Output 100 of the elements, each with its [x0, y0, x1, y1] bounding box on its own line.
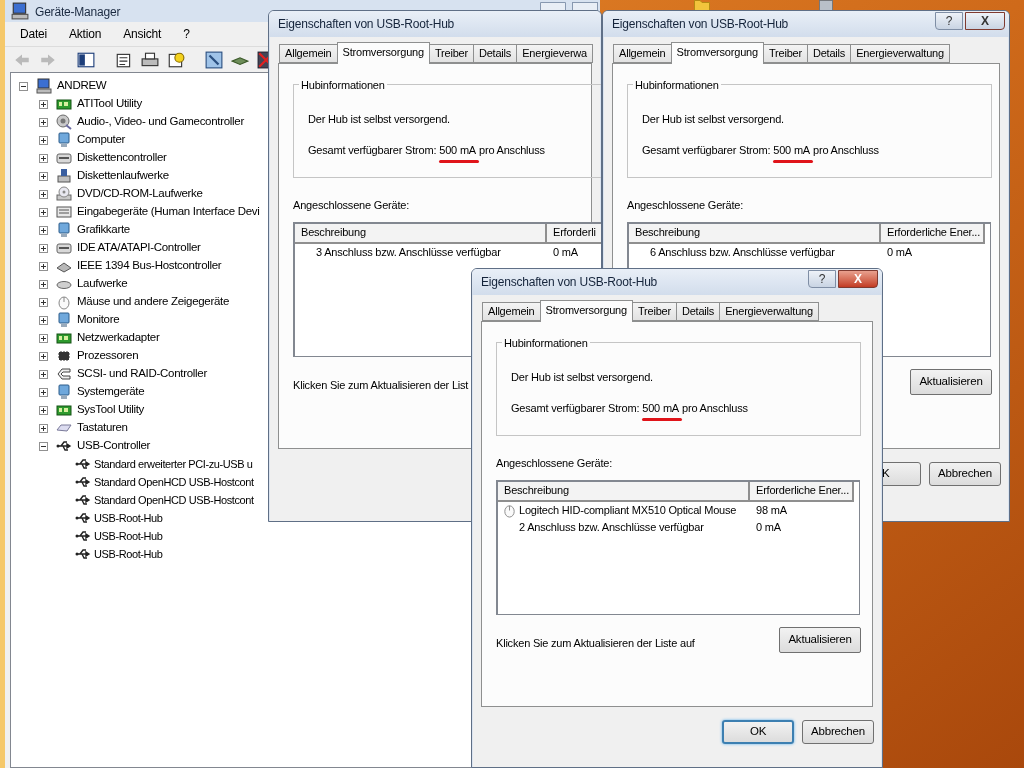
- column-header[interactable]: Erforderliche Ener...: [750, 481, 854, 502]
- dialog-button[interactable]: Abbrechen: [802, 720, 874, 744]
- tab[interactable]: Details: [472, 44, 518, 63]
- expand-toggle[interactable]: [39, 189, 48, 199]
- window-title: Geräte-Manager: [35, 3, 121, 21]
- expand-toggle[interactable]: [19, 81, 28, 91]
- tree-item[interactable]: Netzwerkadapter: [77, 329, 160, 347]
- tree-item[interactable]: SCSI- und RAID-Controller: [77, 365, 207, 383]
- expand-toggle[interactable]: [39, 333, 48, 343]
- expand-toggle[interactable]: [39, 405, 48, 415]
- expand-toggle[interactable]: [39, 351, 48, 361]
- column-header[interactable]: Erforderli: [547, 223, 601, 244]
- printer-icon[interactable]: [141, 50, 159, 69]
- computer-icon: [36, 78, 52, 94]
- tree-item[interactable]: Mäuse und andere Zeigegeräte: [77, 293, 230, 311]
- expand-toggle[interactable]: [39, 117, 48, 127]
- tab[interactable]: Details: [806, 44, 852, 63]
- circuit-board-icon: [56, 402, 72, 418]
- tab[interactable]: Stromversorgung: [539, 300, 633, 322]
- tab[interactable]: Energieverwaltung: [719, 302, 819, 321]
- column-header[interactable]: Erforderliche Ener...: [881, 223, 985, 244]
- tab[interactable]: Allgemein: [613, 44, 672, 63]
- unit-text: pro Anschluss: [682, 400, 748, 416]
- tree-item[interactable]: Grafikkarte: [77, 221, 130, 239]
- expand-toggle[interactable]: [39, 423, 48, 433]
- tree-item[interactable]: USB-Controller: [77, 437, 151, 455]
- tree-item[interactable]: USB-Root-Hub: [94, 545, 163, 563]
- cd-drive-icon: [56, 186, 72, 202]
- tree-item[interactable]: Diskettencontroller: [77, 149, 167, 167]
- tab[interactable]: Allgemein: [279, 44, 338, 63]
- tree-item[interactable]: Computer: [77, 131, 126, 149]
- menu-item[interactable]: ?: [182, 25, 191, 43]
- dialog-title: Eigenschaften von USB-Root-Hub: [278, 16, 455, 33]
- tab[interactable]: Treiber: [631, 302, 677, 321]
- tree-item[interactable]: IEEE 1394 Bus-Hostcontroller: [77, 257, 222, 275]
- tree-item[interactable]: DVD/CD-ROM-Laufwerke: [77, 185, 203, 203]
- tab[interactable]: Treiber: [428, 44, 474, 63]
- help-button[interactable]: ?: [808, 270, 836, 288]
- menu-item[interactable]: Ansicht: [122, 25, 163, 43]
- expand-toggle[interactable]: [39, 153, 48, 163]
- column-header[interactable]: Beschreibung: [295, 223, 547, 244]
- expand-toggle[interactable]: [39, 225, 48, 235]
- expand-toggle[interactable]: [39, 135, 48, 145]
- dialog-button[interactable]: OK: [722, 720, 794, 744]
- close-button[interactable]: X: [965, 12, 1005, 30]
- dialog-button[interactable]: Abbrechen: [929, 462, 1001, 486]
- tab[interactable]: Treiber: [762, 44, 808, 63]
- refresh-button[interactable]: Aktualisieren: [779, 626, 861, 653]
- tree-item[interactable]: Standard OpenHCD USB-Hostcont: [94, 473, 254, 491]
- expand-toggle[interactable]: [39, 369, 48, 379]
- expand-toggle[interactable]: [39, 387, 48, 397]
- expand-toggle[interactable]: [39, 441, 48, 451]
- field-label: Gesamt verfügbarer Strom:: [308, 142, 437, 158]
- connector-icon: [56, 366, 72, 382]
- tree-item[interactable]: Laufwerke: [77, 275, 128, 293]
- tree-item[interactable]: Audio-, Video- und Gamecontroller: [77, 113, 244, 131]
- expand-toggle[interactable]: [39, 99, 48, 109]
- tree-item[interactable]: Eingabegeräte (Human Interface Devi: [77, 203, 260, 221]
- pane-icon[interactable]: [77, 50, 95, 69]
- column-header[interactable]: Beschreibung: [629, 223, 881, 244]
- tree-item[interactable]: Diskettenlaufwerke: [77, 167, 169, 185]
- tab[interactable]: Energieverwa: [516, 44, 594, 63]
- tree-item[interactable]: Tastaturen: [77, 419, 128, 437]
- menu-item[interactable]: Aktion: [68, 25, 103, 43]
- expand-toggle[interactable]: [39, 261, 48, 271]
- expand-toggle[interactable]: [39, 315, 48, 325]
- expand-toggle[interactable]: [39, 207, 48, 217]
- tree-item[interactable]: Standard OpenHCD USB-Hostcont: [94, 491, 254, 509]
- table-cell-text: 98 mA: [755, 502, 787, 518]
- tab[interactable]: Allgemein: [482, 302, 541, 321]
- computer-icon: [11, 2, 29, 20]
- tab[interactable]: Stromversorgung: [336, 42, 430, 64]
- tree-item[interactable]: IDE ATA/ATAPI-Controller: [77, 239, 201, 257]
- tree-item[interactable]: USB-Root-Hub: [94, 527, 163, 545]
- tree-item[interactable]: Systemgeräte: [77, 383, 145, 401]
- expand-toggle[interactable]: [39, 243, 48, 253]
- expand-toggle[interactable]: [39, 297, 48, 307]
- usb-icon: [75, 510, 91, 526]
- keyboard-icon: [56, 204, 72, 220]
- menu-item[interactable]: Datei: [19, 25, 48, 43]
- column-header[interactable]: Beschreibung: [498, 481, 750, 502]
- scan-icon[interactable]: [205, 50, 223, 69]
- help-icon[interactable]: [167, 50, 185, 69]
- tree-item[interactable]: Monitore: [77, 311, 120, 329]
- tree-item[interactable]: Standard erweiterter PCI-zu-USB u: [94, 455, 253, 473]
- tree-item[interactable]: USB-Root-Hub: [94, 509, 163, 527]
- tab[interactable]: Details: [675, 302, 721, 321]
- tab[interactable]: Energieverwaltung: [850, 44, 950, 63]
- tab[interactable]: Stromversorgung: [670, 42, 764, 64]
- tree-item[interactable]: Prozessoren: [77, 347, 139, 365]
- refresh-button[interactable]: Aktualisieren: [910, 368, 992, 395]
- tree-item[interactable]: ATITool Utility: [77, 95, 142, 113]
- help-button[interactable]: ?: [935, 12, 963, 30]
- tree-item[interactable]: ANDREW: [57, 77, 107, 95]
- section-label: Angeschlossene Geräte:: [627, 198, 744, 213]
- expand-toggle[interactable]: [39, 279, 48, 289]
- tree-item[interactable]: SysTool Utility: [77, 401, 145, 419]
- usb-icon: [75, 456, 91, 472]
- expand-toggle[interactable]: [39, 171, 48, 181]
- dialog-button[interactable]: K: [880, 462, 921, 486]
